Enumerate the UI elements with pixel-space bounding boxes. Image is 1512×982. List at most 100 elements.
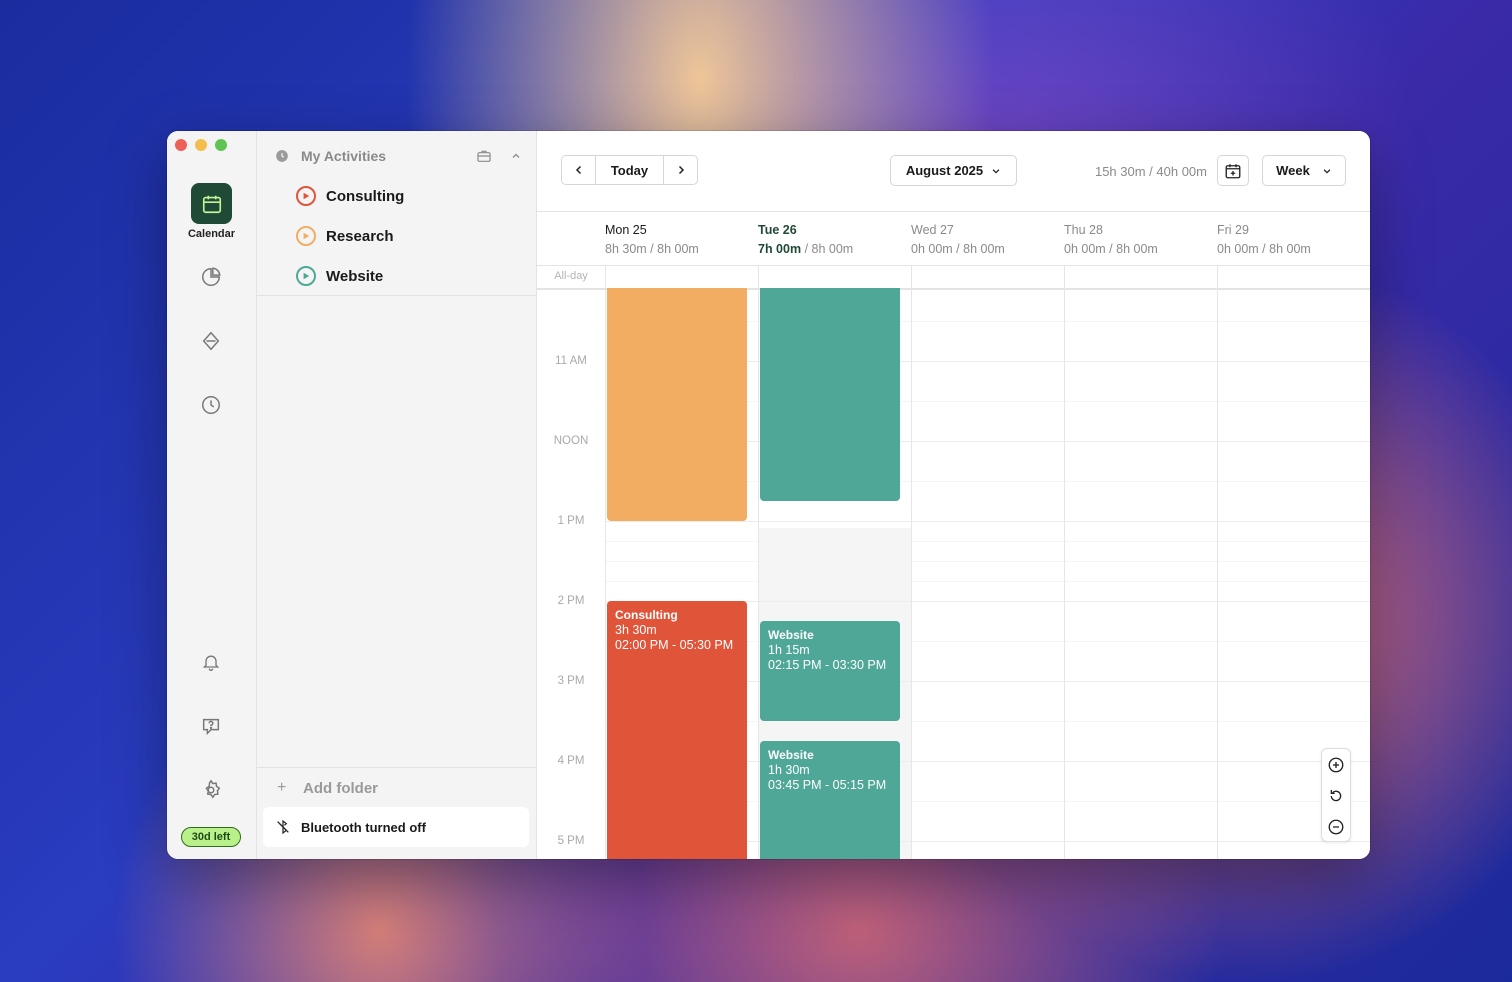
- activity-website[interactable]: Website: [296, 264, 383, 288]
- chevron-down-icon: [1323, 168, 1331, 174]
- event-time-range: 02:00 PM - 05:30 PM: [615, 638, 734, 652]
- column-divider: [758, 288, 759, 859]
- event-website-2[interactable]: Website 1h 30m 03:45 PM - 05:15 PM: [760, 741, 900, 859]
- zoom-out-button[interactable]: [1322, 811, 1350, 842]
- panel-divider: [257, 295, 536, 296]
- column-divider: [605, 288, 606, 859]
- zoom-reset-button[interactable]: [1322, 780, 1350, 811]
- activity-label: Website: [326, 267, 384, 285]
- reports-icon: [202, 267, 221, 286]
- zoom-out-icon: [1328, 819, 1344, 834]
- play-icon[interactable]: [296, 186, 316, 206]
- event-website-1[interactable]: Website 1h 15m 02:15 PM - 03:30 PM: [760, 621, 900, 721]
- chevron-up-icon[interactable]: [510, 150, 522, 162]
- clock-icon: [276, 150, 288, 162]
- zoom-in-button[interactable]: [1322, 749, 1350, 780]
- date-navigation: Today: [561, 155, 698, 185]
- column-divider: [911, 288, 912, 859]
- event-time-range: 03:45 PM - 05:15 PM: [768, 778, 887, 792]
- bell-icon: [202, 655, 220, 671]
- settings-icon: [205, 779, 221, 799]
- day-header-mon[interactable]: Mon 25 8h 30m / 8h 00m: [605, 223, 755, 256]
- column-divider: [605, 266, 606, 288]
- grid-line: [605, 561, 1370, 562]
- column-divider: [1217, 266, 1218, 288]
- day-header-thu[interactable]: Thu 28 0h 00m / 8h 00m: [1064, 223, 1214, 256]
- activity-label: Research: [326, 227, 394, 245]
- calendar-icon: [202, 195, 221, 213]
- day-target: / 8h 00m: [952, 242, 1005, 256]
- event-time-range: 02:15 PM - 03:30 PM: [768, 658, 887, 672]
- plus-icon: +: [277, 779, 287, 796]
- play-icon[interactable]: [296, 266, 316, 286]
- bluetooth-status[interactable]: Bluetooth turned off: [263, 807, 529, 847]
- event-title: Consulting: [615, 608, 678, 622]
- all-day-row[interactable]: All-day: [537, 265, 1370, 290]
- day-target: / 8h 00m: [1258, 242, 1311, 256]
- time-label: 2 PM: [557, 595, 585, 607]
- day-name: Thu 28: [1064, 223, 1103, 237]
- event-consulting[interactable]: Consulting 3h 30m 02:00 PM - 05:30 PM: [607, 601, 747, 859]
- day-tracked: 0h 00m: [1217, 242, 1259, 256]
- day-header-fri[interactable]: Fri 29 0h 00m / 8h 00m: [1217, 223, 1367, 256]
- zoom-window-button[interactable]: [215, 139, 227, 151]
- add-folder-label: Add folder: [303, 779, 378, 797]
- view-label: Week: [1276, 163, 1310, 178]
- close-window-button[interactable]: [175, 139, 187, 151]
- day-tracked: 0h 00m: [1064, 242, 1106, 256]
- day-header-tue[interactable]: Tue 26 7h 00m / 8h 00m: [758, 223, 908, 256]
- event-duration: 3h 30m: [615, 623, 657, 637]
- window-controls: [175, 139, 227, 151]
- day-header-wed[interactable]: Wed 27 0h 00m / 8h 00m: [911, 223, 1061, 256]
- play-icon[interactable]: [296, 226, 316, 246]
- month-label: August 2025: [905, 163, 984, 178]
- tags-icon: [202, 331, 220, 351]
- section-title: My Activities: [301, 148, 387, 164]
- activities-panel: My Activities Consulting Research Websit…: [257, 131, 537, 859]
- view-picker[interactable]: Week: [1262, 155, 1346, 186]
- app-window: Calendar 30d left My Activities Consulti…: [167, 131, 1370, 859]
- day-tracked: 8h 30m: [605, 242, 647, 256]
- day-hours: 0h 00m / 8h 00m: [1217, 242, 1367, 256]
- rail-settings-button[interactable]: [199, 778, 223, 802]
- rail-tags-button[interactable]: [199, 329, 223, 353]
- day-target: / 8h 00m: [1105, 242, 1158, 256]
- time-label: 3 PM: [557, 675, 585, 687]
- rail-notifications-button[interactable]: [199, 650, 223, 674]
- day-hours: 8h 30m / 8h 00m: [605, 242, 755, 256]
- trial-badge[interactable]: 30d left: [181, 827, 241, 847]
- add-folder-button[interactable]: + Add folder: [257, 767, 536, 808]
- day-tracked: 0h 00m: [911, 242, 953, 256]
- zoom-in-icon: [1328, 757, 1344, 772]
- day-hours: 7h 00m / 8h 00m: [758, 242, 908, 256]
- chevron-right-icon: [678, 165, 684, 175]
- my-activities-header[interactable]: My Activities: [275, 147, 522, 165]
- calendar-main: Today August 2025 15h 30m / 40h 00m Week…: [537, 131, 1370, 859]
- event-research-block[interactable]: [607, 288, 747, 521]
- column-divider: [1064, 288, 1065, 859]
- chevron-left-icon: [575, 165, 581, 175]
- month-picker[interactable]: August 2025: [890, 155, 1017, 186]
- rail-reports-button[interactable]: [199, 265, 223, 289]
- rail-history-button[interactable]: [199, 393, 223, 417]
- day-name: Tue 26: [758, 223, 797, 237]
- day-hours: 0h 00m / 8h 00m: [1064, 242, 1214, 256]
- rail-calendar-button[interactable]: [191, 183, 232, 224]
- minimize-window-button[interactable]: [195, 139, 207, 151]
- next-week-button[interactable]: [664, 156, 697, 184]
- weekly-total-hours: 15h 30m / 40h 00m: [1094, 164, 1207, 179]
- briefcase-icon[interactable]: [476, 148, 492, 164]
- rail-help-button[interactable]: [199, 714, 223, 738]
- activity-consulting[interactable]: Consulting: [296, 184, 404, 208]
- history-icon: [202, 396, 220, 414]
- column-divider: [1217, 288, 1218, 859]
- add-entry-button[interactable]: [1217, 155, 1249, 186]
- event-duration: 1h 15m: [768, 643, 810, 657]
- today-button[interactable]: Today: [595, 156, 664, 184]
- day-target: / 8h 00m: [801, 242, 854, 256]
- event-website-block[interactable]: [760, 288, 900, 501]
- time-label: 11 AM: [555, 355, 587, 367]
- time-grid[interactable]: 11 AM NOON 1 PM 2 PM 3 PM 4 PM 5 PM Cons…: [537, 288, 1370, 859]
- activity-research[interactable]: Research: [296, 224, 394, 248]
- previous-week-button[interactable]: [562, 156, 595, 184]
